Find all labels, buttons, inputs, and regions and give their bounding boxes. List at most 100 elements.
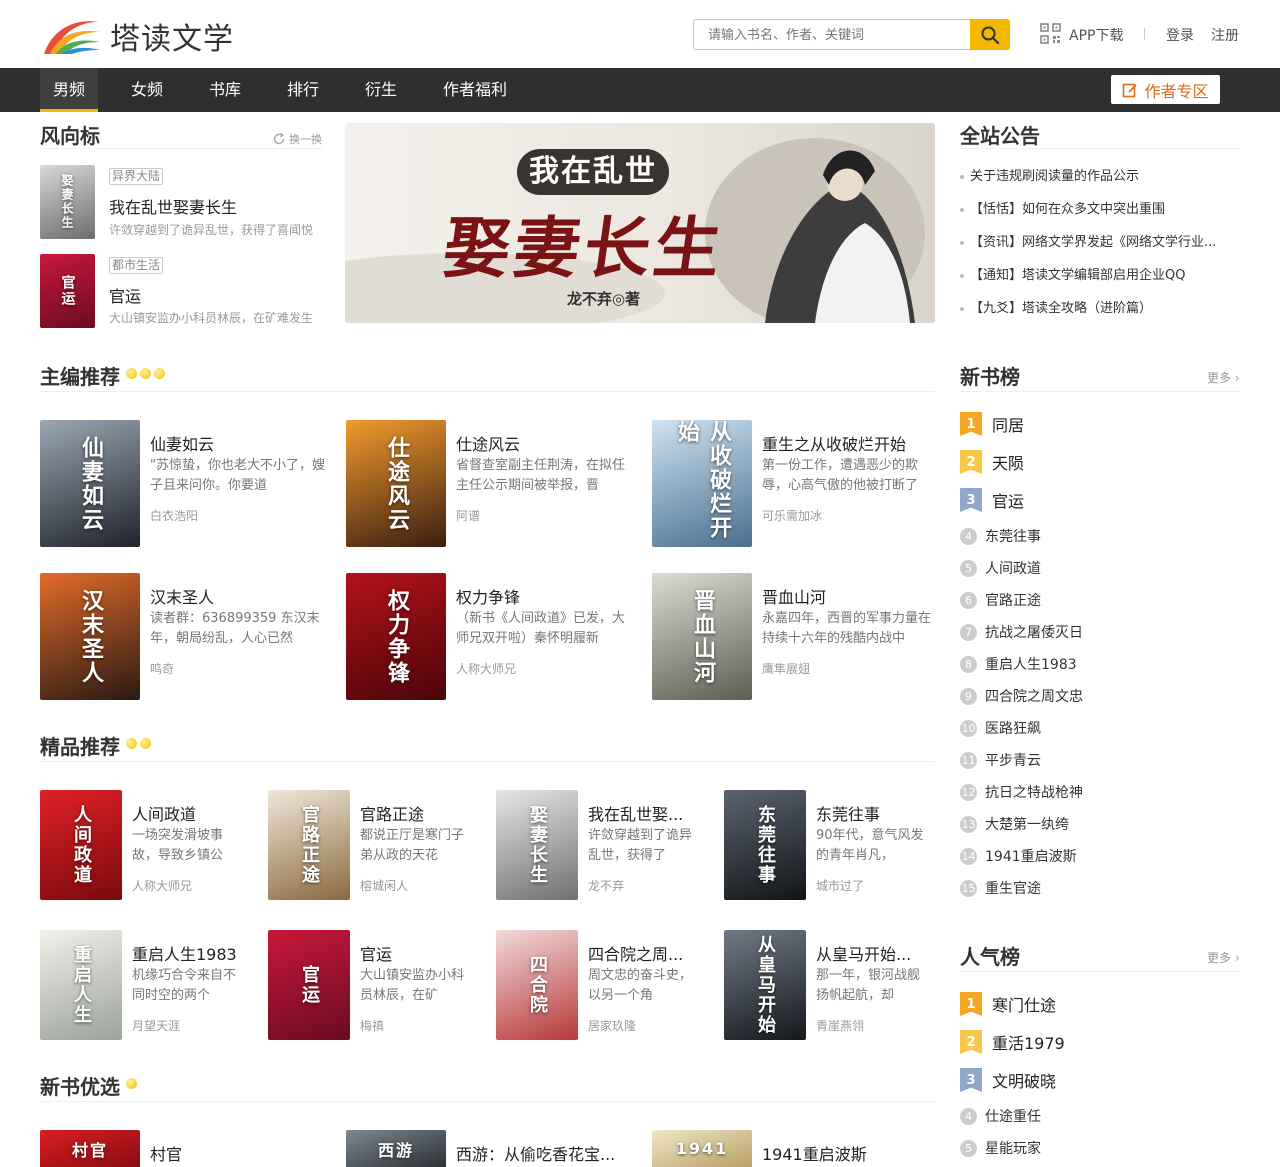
logo-text[interactable]: 塔读文学 [110, 14, 234, 58]
editor-book-title[interactable]: 晋血山河 [762, 584, 826, 608]
new-rank-item[interactable]: 6 官路正途 [960, 590, 1041, 610]
new-pick-cover[interactable]: 西游 [346, 1130, 446, 1167]
editor-book-cover[interactable]: 权力争锋 [346, 573, 446, 700]
new-rank-item[interactable]: 4 东莞往事 [960, 526, 1041, 546]
announce-item-3[interactable]: 【资讯】网络文学界发起《网络文学行业... [960, 231, 1216, 250]
new-pick-title[interactable]: 1941重启波斯 [762, 1141, 867, 1165]
popular-rank-item[interactable]: 1 寒门仕途 [960, 992, 1056, 1016]
rank-item-title: 大楚第一纨绔 [985, 817, 1069, 833]
new-rank-item[interactable]: 12 抗日之特战枪神 [960, 782, 1083, 802]
new-picks-title: 新书优选 [40, 1075, 120, 1099]
trend-title-1[interactable]: 我在乱世娶妻长生 [109, 194, 237, 218]
quality-book-cover[interactable]: 官运 [268, 930, 350, 1040]
editor-book-cover[interactable]: 汉末圣人 [40, 573, 140, 700]
logo-icon[interactable] [40, 12, 102, 56]
nav-male[interactable]: 男频 [40, 68, 98, 112]
quality-book-title[interactable]: 官路正途 [360, 801, 424, 825]
quality-book-author: 居家玖隆 [588, 1019, 637, 1033]
quality-book-desc: 机缘巧合令来自不同时空的两个 [132, 968, 237, 1003]
nav-female[interactable]: 女频 [118, 68, 176, 112]
quality-book-cover[interactable]: 从皇马开始 [724, 930, 806, 1040]
register-link[interactable]: 注册 [1211, 25, 1239, 45]
rank-item-title: 寒门仕途 [992, 996, 1057, 1015]
banner-line2: 娶妻长生 [438, 209, 730, 287]
editor-book-title[interactable]: 仙妻如云 [150, 431, 214, 455]
editor-book-desc: （新书《人间政道》已发，大师兄双开啦）秦怀明履新 [456, 611, 626, 646]
new-rank-item[interactable]: 10 医路狂飙 [960, 718, 1041, 738]
popular-rank-item[interactable]: 4 仕途重任 [960, 1106, 1041, 1126]
editor-book-cover[interactable]: 仕途风云 [346, 420, 446, 547]
announce-item-1[interactable]: 关于违规刷阅读量的作品公示 [960, 165, 1139, 184]
quality-book-cover[interactable]: 官路正途 [268, 790, 350, 900]
search-input[interactable] [693, 19, 971, 50]
new-rank-item[interactable]: 8 重启人生1983 [960, 654, 1077, 674]
new-rank-item[interactable]: 14 1941重启波斯 [960, 846, 1077, 866]
login-link[interactable]: 登录 [1166, 25, 1194, 45]
announce-item-5[interactable]: 【九爻】塔读全攻略（进阶篇） [960, 297, 1152, 316]
announce-item-2[interactable]: 【恬恬】如何在众多文中突出重围 [960, 198, 1165, 217]
editor-book-cover[interactable]: 从收破烂开始 [652, 420, 752, 547]
new-rank-item[interactable]: 15 重生官途 [960, 878, 1041, 898]
new-pick-title[interactable]: 村官 [150, 1141, 182, 1165]
qrcode-icon[interactable] [1040, 23, 1061, 44]
popular-rank-more-link[interactable]: 更多 › [1207, 949, 1240, 966]
quality-book-cover[interactable]: 娶妻长生 [496, 790, 578, 900]
editor-book-title[interactable]: 权力争锋 [456, 584, 520, 608]
trend-cover-2[interactable]: 官运 [40, 254, 95, 328]
trend-title-2[interactable]: 官运 [109, 283, 141, 307]
page: 塔读文学 APP下载 登录 注册 男频 女频 书库 排行 衍生 作者福利 [0, 0, 1280, 1167]
popular-rank-item[interactable]: 3 文明破晓 [960, 1068, 1056, 1092]
rank-item-title: 四合院之周文忠 [985, 689, 1083, 705]
quality-book-title[interactable]: 重启人生1983 [132, 941, 237, 965]
new-rank-item[interactable]: 11 平步青云 [960, 750, 1041, 770]
quality-book-title[interactable]: 我在乱世娶... [588, 801, 683, 825]
trend-cover-1[interactable]: 娶妻长生 [40, 165, 95, 239]
new-rank-item[interactable]: 9 四合院之周文忠 [960, 686, 1083, 706]
editor-book-title[interactable]: 汉末圣人 [150, 584, 214, 608]
announce-item-4[interactable]: 【通知】塔读文学编辑部启用企业QQ [960, 264, 1185, 283]
refresh-button[interactable]: 换一换 [272, 131, 322, 147]
rank-item-title: 文明破晓 [992, 1072, 1057, 1091]
new-pick-cover[interactable]: 1941 [652, 1130, 752, 1167]
quality-book-title[interactable]: 人间政道 [132, 801, 196, 825]
new-pick-title[interactable]: 西游：从偷吃香花宝... [456, 1141, 615, 1165]
rank-badge: 14 [960, 847, 977, 865]
author-zone-button[interactable]: 作者专区 [1111, 75, 1220, 104]
popular-rank-item[interactable]: 2 重活1979 [960, 1030, 1065, 1054]
new-rank-item[interactable]: 3 官运 [960, 488, 1024, 512]
main-nav: 男频 女频 书库 排行 衍生 作者福利 [0, 68, 1280, 112]
quality-book-title[interactable]: 从皇马开始... [816, 941, 911, 965]
rank-badge: 1 [960, 412, 982, 436]
nav-derivative[interactable]: 衍生 [352, 68, 410, 112]
new-rank-item[interactable]: 5 人间政道 [960, 558, 1041, 578]
quality-book-title[interactable]: 官运 [360, 941, 392, 965]
quality-book-cover[interactable]: 东莞往事 [724, 790, 806, 900]
banner[interactable]: 我在乱世 娶妻长生 龙不弃◎著 [345, 123, 935, 323]
new-rank-more-link[interactable]: 更多 › [1207, 369, 1240, 386]
nav-ranking[interactable]: 排行 [274, 68, 332, 112]
editor-picks-divider [40, 391, 935, 392]
quality-book-cover[interactable]: 重启人生 [40, 930, 122, 1040]
editor-book-cover[interactable]: 晋血山河 [652, 573, 752, 700]
editor-book-cover[interactable]: 仙妻如云 [40, 420, 140, 547]
quality-book-title[interactable]: 四合院之周... [588, 941, 683, 965]
popular-rank-item[interactable]: 5 星能玩家 [960, 1138, 1041, 1158]
nav-author-benefits[interactable]: 作者福利 [430, 68, 520, 112]
editor-book-title[interactable]: 仕途风云 [456, 431, 520, 455]
quality-book-cover[interactable]: 人间政道 [40, 790, 122, 900]
search-button[interactable] [970, 19, 1010, 50]
banner-line1: 我在乱世 [517, 149, 669, 195]
new-rank-item[interactable]: 13 大楚第一纨绔 [960, 814, 1069, 834]
new-rank-item[interactable]: 2 天陨 [960, 450, 1024, 474]
quality-book-title[interactable]: 东莞往事 [816, 801, 880, 825]
new-rank-item[interactable]: 7 抗战之屠倭灭日 [960, 622, 1083, 642]
rank-item-title: 重启人生1983 [985, 657, 1077, 673]
nav-library[interactable]: 书库 [196, 68, 254, 112]
editor-book-desc: "苏惊蛰，你也老大不小了，嫂子且来问你。你要道 [150, 458, 325, 493]
new-pick-cover[interactable]: 村官 [40, 1130, 140, 1167]
rank-badge: 5 [960, 559, 977, 577]
quality-book-cover[interactable]: 四合院 [496, 930, 578, 1040]
app-download-link[interactable]: APP下载 [1069, 25, 1123, 45]
new-rank-item[interactable]: 1 同居 [960, 412, 1024, 436]
editor-book-title[interactable]: 重生之从收破烂开始 [762, 431, 906, 455]
